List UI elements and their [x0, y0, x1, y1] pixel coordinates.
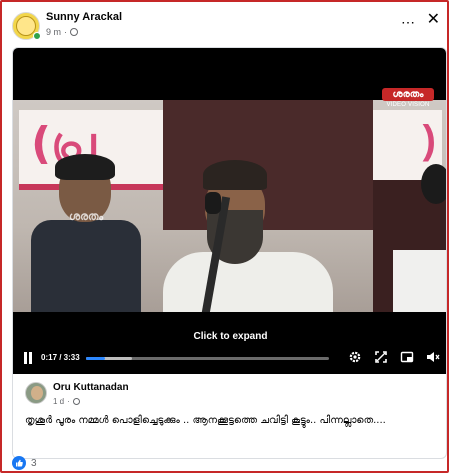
original-post-time[interactable]: 1 d	[53, 397, 64, 406]
video-watermark: ശരതം	[69, 210, 104, 223]
close-icon[interactable]: ✕	[427, 12, 440, 28]
original-post: Oru Kuttanadan 1 d · തൃശൂർ പൂരം നമ്മൾ പൊ…	[13, 374, 446, 458]
channel-logo-text: ശരതം	[382, 88, 434, 101]
standing-man-right	[333, 140, 446, 312]
video-frame[interactable]: (പ്ര ) ശരതം	[13, 100, 446, 312]
shared-post-card: (പ്ര ) ശരതം ശരതം VIDEO VISION Click to e…	[12, 47, 447, 459]
post-header: Sunny Arackal 9 m · ⋯ ✕	[12, 10, 442, 42]
globe-icon	[70, 28, 79, 36]
reaction-count: 3	[31, 457, 37, 469]
microphone	[205, 192, 221, 214]
online-status-dot	[33, 32, 41, 40]
channel-tag: VIDEO VISION	[386, 102, 430, 108]
click-to-expand[interactable]: Click to expand	[13, 331, 446, 342]
progress-bar	[86, 357, 106, 360]
video-time: 0:17 / 3:33	[41, 353, 80, 362]
original-post-text: തൃശൂർ പൂരം നമ്മൾ പൊളിച്ചെടുക്കും .. ആനക്…	[25, 415, 386, 426]
post-time[interactable]: 9 m	[46, 27, 61, 37]
original-meta-separator: ·	[67, 397, 70, 406]
original-author-avatar[interactable]	[25, 382, 47, 404]
original-author-name[interactable]: Oru Kuttanadan	[53, 382, 129, 393]
fullscreen-icon[interactable]	[374, 350, 388, 364]
reactions-summary[interactable]: 3	[12, 456, 37, 470]
seated-man-left	[31, 154, 141, 312]
meta-separator: ·	[64, 27, 68, 37]
picture-in-picture-icon[interactable]	[400, 350, 414, 364]
globe-icon	[72, 398, 80, 405]
author-name[interactable]: Sunny Arackal	[46, 11, 122, 23]
video-controls: 0:17 / 3:33	[13, 344, 446, 374]
settings-icon[interactable]	[348, 350, 362, 364]
post-meta: 9 m ·	[46, 27, 79, 37]
original-post-meta: 1 d ·	[53, 397, 80, 406]
video-player[interactable]: (പ്ര ) ശരതം ശരതം VIDEO VISION Click to e…	[13, 48, 446, 374]
channel-logo: ശരതം VIDEO VISION	[382, 88, 434, 108]
pause-icon[interactable]	[23, 352, 33, 364]
more-options-icon[interactable]: ⋯	[401, 14, 416, 31]
control-icons	[348, 350, 440, 364]
seek-bar[interactable]	[86, 357, 329, 360]
speaker	[163, 160, 333, 312]
mute-icon[interactable]	[426, 350, 440, 364]
like-icon	[12, 456, 26, 470]
